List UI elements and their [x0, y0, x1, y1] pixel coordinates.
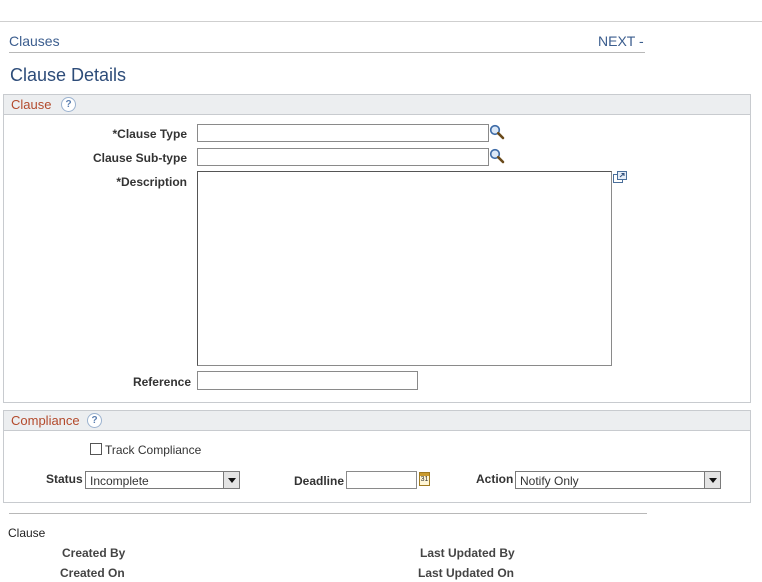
clause-section-title: Clause: [11, 97, 52, 112]
expand-description-icon[interactable]: [613, 171, 627, 184]
status-select[interactable]: Incomplete: [85, 471, 240, 489]
status-label: Status: [46, 472, 83, 486]
action-label: Action: [476, 472, 514, 486]
chevron-down-icon[interactable]: [223, 472, 239, 488]
created-on-label: Created On: [60, 566, 125, 580]
help-icon[interactable]: ?: [87, 413, 102, 428]
reference-label: Reference: [132, 375, 191, 389]
clause-subtype-lookup-icon[interactable]: [489, 148, 505, 164]
action-select[interactable]: Notify Only: [515, 471, 721, 489]
last-updated-on-label: Last Updated On: [418, 566, 515, 580]
footer-divider: [9, 513, 647, 514]
compliance-section-title: Compliance: [11, 413, 80, 428]
action-selected-value: Notify Only: [520, 474, 579, 488]
reference-input[interactable]: [197, 371, 418, 390]
description-label: *Description: [116, 175, 187, 189]
deadline-input[interactable]: [346, 471, 417, 489]
top-divider: [0, 21, 762, 22]
audit-heading: Clause: [8, 526, 46, 540]
clause-section-header: Clause ?: [4, 95, 750, 115]
chevron-down-icon[interactable]: [704, 472, 720, 488]
track-compliance-label: Track Compliance: [105, 443, 202, 457]
calendar-icon[interactable]: 31: [419, 472, 430, 486]
compliance-section-header: Compliance ?: [4, 411, 750, 431]
deadline-label: Deadline: [294, 474, 345, 488]
clause-type-lookup-icon[interactable]: [489, 124, 505, 140]
page-title: Clause Details: [10, 65, 127, 85]
description-textarea[interactable]: [197, 171, 612, 366]
clause-subtype-input[interactable]: [197, 148, 489, 166]
clause-subtype-label: Clause Sub-type: [92, 151, 187, 165]
clause-type-input[interactable]: [197, 124, 489, 142]
clause-type-label: *Clause Type: [112, 127, 187, 141]
track-compliance-checkbox[interactable]: [90, 443, 102, 455]
clauses-link[interactable]: Clauses: [9, 33, 60, 49]
created-by-label: Created By: [62, 546, 126, 560]
help-icon[interactable]: ?: [61, 97, 76, 112]
last-updated-by-label: Last Updated By: [420, 546, 515, 560]
status-selected-value: Incomplete: [90, 474, 149, 488]
next-link[interactable]: NEXT -: [598, 33, 644, 49]
nav-divider: [9, 52, 645, 53]
